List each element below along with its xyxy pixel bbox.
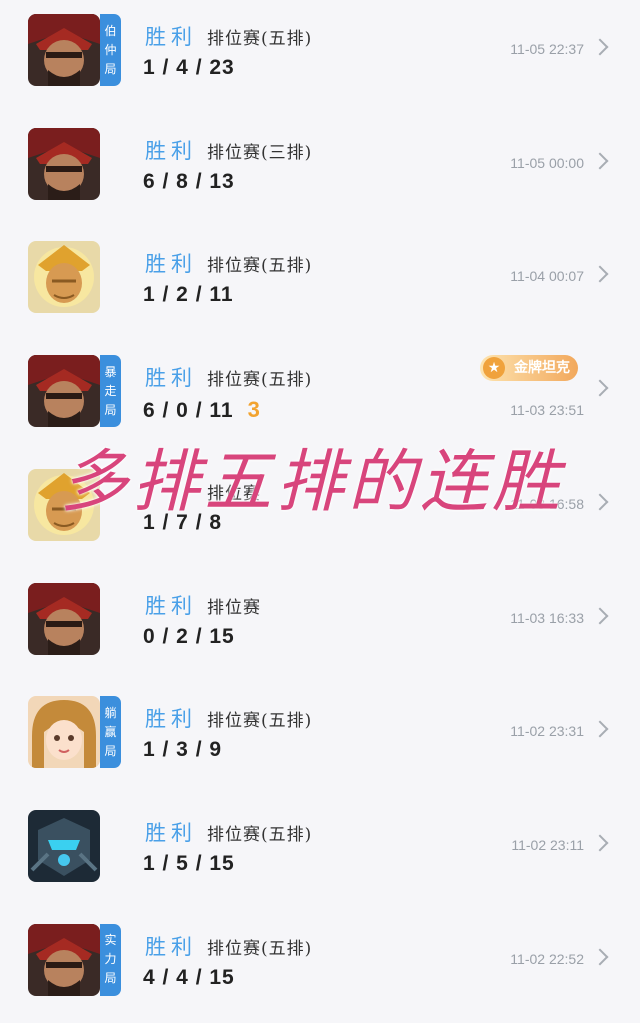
match-time: 11-02 23:31 (510, 723, 584, 740)
hero-avatar (28, 696, 100, 769)
match-row[interactable]: 躺赢局 胜利 排位赛(五排) 1 / 3 / 9 11-02 23:31 (0, 682, 640, 795)
star-icon: ★ (483, 357, 505, 380)
hero-avatar (28, 582, 100, 655)
hero-avatar (28, 809, 100, 882)
match-row[interactable]: 实力局 胜利 排位赛(五排) 4 / 4 / 15 11-02 22:52 (0, 910, 640, 1023)
match-time: 11-03 23:51 (510, 402, 584, 419)
match-mode: 排位赛 (207, 483, 261, 504)
match-kda: 1 / 4 / 23 (143, 56, 235, 80)
kda-value: 6 / 8 / 13 (143, 169, 235, 193)
match-result: 胜利 (145, 25, 197, 49)
hero-avatar (28, 355, 100, 428)
match-tag-char: 暴 (104, 364, 117, 379)
match-kda: 6 / 0 / 11 3 (143, 397, 261, 423)
match-kda: 0 / 2 / 15 (143, 625, 235, 649)
chevron-right-icon[interactable] (591, 38, 609, 56)
match-kda: 1 / 2 / 11 (143, 283, 234, 307)
match-time: 11-04 00:07 (510, 268, 584, 285)
match-row[interactable]: 胜利 排位赛 0 / 2 / 15 11-03 16:33 (0, 569, 640, 682)
match-mode: 排位赛(五排) (207, 370, 313, 391)
hero-avatar (28, 241, 100, 314)
match-row[interactable]: 胜利 排位赛(五排) 1 / 2 / 11 11-04 00:07 (0, 227, 640, 340)
hero-avatar (28, 127, 100, 200)
match-tag: 躺赢局 (100, 696, 121, 769)
chevron-right-icon[interactable] (591, 607, 609, 624)
match-result: 胜利 (145, 593, 197, 618)
badge-label: 金牌坦克 (514, 360, 570, 377)
kda-value: 1 / 5 / 15 (143, 851, 235, 875)
kda-value: 1 / 7 / 8 (143, 510, 223, 534)
match-tag-char: 局 (104, 971, 117, 986)
match-time: 11-03 16:58 (510, 495, 584, 512)
match-result: 胜利 (145, 934, 197, 959)
match-tag-char: 局 (104, 743, 117, 758)
match-kda: 1 / 5 / 15 (143, 852, 235, 876)
match-row[interactable]: 胜利 排位赛(五排) 1 / 5 / 15 11-02 23:11 (0, 796, 640, 909)
hero-avatar (28, 14, 100, 86)
match-mode: 排位赛(五排) (207, 711, 313, 732)
kda-value: 4 / 4 / 15 (143, 965, 235, 989)
match-row[interactable]: 胜利 排位赛(三排) 6 / 8 / 13 11-05 00:00 (0, 114, 640, 227)
match-tag: 伯仲局 (100, 14, 121, 86)
match-mode: 排位赛(三排) (207, 142, 313, 163)
match-tag-char: 仲 (104, 42, 117, 57)
match-tag: 实力局 (100, 923, 121, 996)
chevron-right-icon[interactable] (591, 493, 609, 511)
streak-count: 3 (247, 397, 261, 423)
chevron-right-icon[interactable] (591, 834, 609, 852)
hero-avatar (28, 468, 100, 541)
match-tag-char: 躺 (104, 705, 117, 720)
kda-value: 6 / 0 / 11 (143, 399, 234, 423)
chevron-right-icon[interactable] (591, 948, 609, 966)
kda-value: 0 / 2 / 15 (143, 624, 235, 648)
match-mode: 排位赛(五排) (207, 29, 313, 49)
kda-value: 1 / 4 / 23 (143, 56, 235, 79)
match-time: 11-02 23:11 (511, 836, 584, 853)
match-time: 11-05 00:00 (510, 154, 584, 171)
kda-value: 1 / 2 / 11 (143, 283, 234, 307)
match-result: 胜利 (145, 820, 197, 845)
kda-value: 1 / 3 / 9 (143, 738, 223, 762)
match-result: 胜利 (145, 707, 197, 732)
match-tag-char: 局 (104, 402, 117, 417)
chevron-right-icon[interactable] (591, 720, 609, 738)
match-tag: 暴走局 (100, 355, 121, 428)
match-row[interactable]: 排位赛 1 / 7 / 8 11-03 16:58 (0, 455, 640, 568)
gold-tank-badge: ★ 金牌坦克 (480, 355, 578, 382)
match-tag-char: 力 (104, 952, 117, 967)
match-result: 胜利 (145, 252, 197, 277)
match-time: 11-03 16:33 (510, 609, 584, 626)
match-row[interactable]: 暴走局 胜利 排位赛(五排) 6 / 0 / 11 3 ★ 金牌坦克 11-03 23:51 (0, 341, 640, 454)
match-tag-char: 走 (104, 383, 117, 398)
chevron-right-icon[interactable] (591, 379, 609, 397)
match-tag-char: 实 (104, 933, 117, 948)
match-time: 11-02 22:52 (510, 950, 584, 967)
match-mode: 排位赛(五排) (207, 938, 313, 959)
match-tag-char: 伯 (104, 23, 117, 38)
hero-avatar (28, 923, 100, 996)
match-mode: 排位赛(五排) (207, 824, 313, 845)
match-tag-char: 局 (104, 61, 117, 76)
match-result: 胜利 (145, 138, 197, 163)
match-tag-char: 赢 (104, 724, 117, 739)
match-kda: 1 / 7 / 8 (143, 511, 222, 535)
match-kda: 4 / 4 / 15 (143, 966, 235, 990)
match-kda: 6 / 8 / 13 (143, 170, 235, 194)
match-kda: 1 / 3 / 9 (143, 738, 222, 762)
match-row[interactable]: 伯仲局 胜利 排位赛(五排) 1 / 4 / 23 11-05 22:37 (0, 0, 640, 113)
match-mode: 排位赛(五排) (207, 256, 313, 277)
match-result: 胜利 (145, 366, 197, 391)
match-mode: 排位赛 (207, 597, 261, 618)
chevron-right-icon[interactable] (591, 265, 609, 283)
match-time: 11-05 22:37 (510, 41, 584, 57)
chevron-right-icon[interactable] (591, 152, 609, 170)
